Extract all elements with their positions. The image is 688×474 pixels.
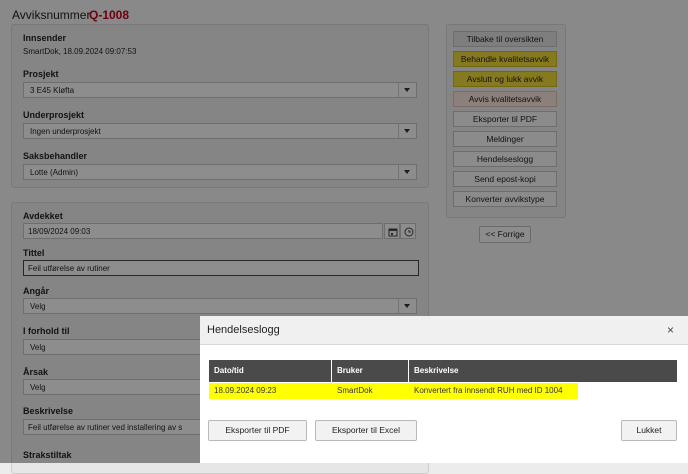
close-icon[interactable]: × (667, 324, 674, 336)
event-log-modal: Hendelseslogg × Dato/tid Bruker Beskrive… (200, 316, 688, 463)
table-cell-description: Konvertert fra innsendt RUH med ID 1004 (409, 383, 578, 399)
column-header-user: Bruker (332, 360, 408, 382)
modal-header: Hendelseslogg × (200, 316, 688, 345)
table-cell-date: 18.09.2024 09:23 (209, 383, 332, 399)
column-header-date: Dato/tid (209, 360, 331, 382)
modal-title: Hendelseslogg (207, 324, 280, 336)
table-cell-user: SmartDok (332, 383, 409, 399)
close-modal-button[interactable]: Lukket (621, 420, 677, 441)
column-header-description: Beskrivelse (409, 360, 677, 382)
export-excel-button[interactable]: Eksporter til Excel (315, 420, 417, 441)
export-pdf-modal-button[interactable]: Eksporter til PDF (208, 420, 307, 441)
